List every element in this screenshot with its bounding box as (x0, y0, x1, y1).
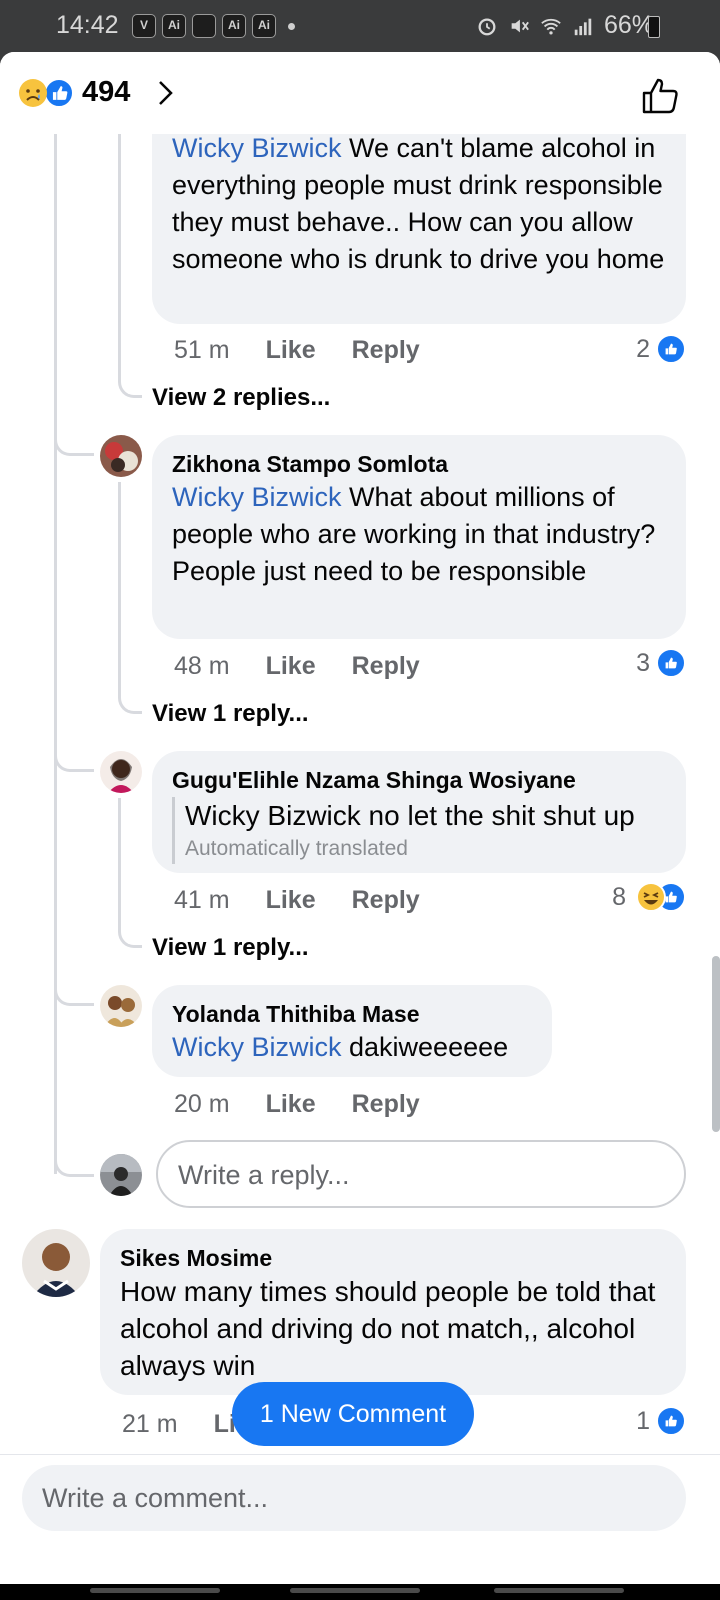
comment-time: 48 m (174, 652, 230, 680)
home-nav-button[interactable] (290, 1588, 420, 1593)
like-button[interactable] (640, 76, 680, 116)
comment-bubble[interactable]: Sikes Mosime How many times should peopl… (100, 1229, 686, 1395)
comment-actions: 20 m Like Reply (174, 1090, 456, 1119)
comment-bubble[interactable]: Yolanda Thithiba Mase Wicky Bizwick daki… (152, 985, 552, 1077)
view-replies-link[interactable]: View 1 reply... (152, 934, 309, 962)
like-action[interactable]: Like (266, 886, 316, 915)
current-user-avatar (100, 1154, 142, 1196)
ai-app-icon: Ai (162, 14, 186, 38)
haha-reaction-icon (636, 882, 666, 912)
reply-action[interactable]: Reply (352, 886, 420, 915)
notification-icons: V Ai Ai Ai (132, 14, 295, 38)
like-action[interactable]: Like (266, 652, 316, 681)
recents-nav-button[interactable] (90, 1588, 220, 1593)
comment-time: 20 m (174, 1090, 230, 1118)
like-reaction-icon (656, 1406, 686, 1436)
status-indicators: 66% (476, 11, 654, 40)
comment-time: 51 m (174, 336, 230, 364)
comment-time: 41 m (174, 886, 230, 914)
reply-line (118, 134, 121, 380)
comment-bubble[interactable]: Zikhona Stampo Somlota Wicky Bizwick Wha… (152, 435, 686, 639)
wifi-icon (541, 18, 561, 35)
like-action[interactable]: Like (266, 1090, 316, 1119)
status-bar: 14:42 V Ai Ai Ai 66% (0, 0, 720, 52)
mention-link[interactable]: Wicky Bizwick (172, 133, 342, 163)
ai-app-icon: Ai (222, 14, 246, 38)
comment-actions: 48 m Like Reply (174, 652, 456, 681)
reaction-count-badge[interactable]: 1 (636, 1406, 686, 1436)
thread-connector (54, 1144, 94, 1177)
alarm-icon (478, 17, 496, 35)
reaction-count-badge[interactable]: 8 (612, 882, 686, 912)
comment-actions: 41 m Like Reply (174, 886, 456, 915)
comment-bubble[interactable]: Gugu'Elihle Nzama Shinga Wosiyane Wicky … (152, 751, 686, 873)
reply-action[interactable]: Reply (352, 652, 420, 681)
comment-text: How many times should people be told tha… (120, 1276, 656, 1381)
translated-quote: Wicky Bizwick no let the shit shut up Au… (172, 797, 666, 864)
reaction-summary[interactable] (18, 78, 74, 108)
comment-time: 21 m (122, 1410, 178, 1438)
reply-line (118, 482, 121, 694)
mention-link[interactable]: Wicky Bizwick (172, 1032, 342, 1062)
comment-author[interactable]: Zikhona Stampo Somlota (172, 449, 666, 479)
comment-author[interactable]: Sikes Mosime (120, 1243, 666, 1273)
comment-actions: 51 m Like Reply (174, 336, 456, 365)
like-reaction-icon (656, 334, 686, 364)
translation-note[interactable]: Automatically translated (185, 834, 666, 864)
status-time: 14:42 (56, 11, 119, 39)
reaction-count-badge[interactable]: 2 (636, 334, 686, 364)
reaction-count[interactable]: 494 (82, 76, 130, 109)
scrollbar-thumb[interactable] (712, 956, 720, 1132)
mute-icon (511, 19, 529, 32)
signal-icon (574, 18, 592, 35)
reply-connector (118, 914, 142, 948)
battery-icon (648, 16, 660, 38)
news-app-icon (192, 14, 216, 38)
reply-action[interactable]: Reply (352, 1090, 420, 1119)
comment-text: Wicky Bizwick What about millions of peo… (172, 482, 656, 586)
battery-percent: 66% (603, 11, 654, 39)
like-reaction-icon (656, 648, 686, 678)
ai-app-icon: Ai (252, 14, 276, 38)
comment-text: Wicky Bizwick We can't blame alcohol in … (172, 133, 665, 274)
comment-bubble[interactable]: Wicky Bizwick We can't blame alcohol in … (152, 122, 686, 324)
reaction-count-badge[interactable]: 3 (636, 648, 686, 678)
new-comment-button[interactable]: 1 New Comment (232, 1382, 474, 1446)
avatar[interactable] (100, 985, 142, 1027)
view-replies-link[interactable]: View 2 replies... (152, 384, 330, 412)
system-nav-bar (0, 1584, 720, 1600)
avatar[interactable] (100, 751, 142, 793)
reply-action[interactable]: Reply (352, 336, 420, 365)
reply-connector (118, 364, 142, 398)
comment-author[interactable]: Gugu'Elihle Nzama Shinga Wosiyane (172, 765, 666, 795)
comment-input[interactable]: Write a comment... (22, 1465, 686, 1531)
comment-composer: Write a comment... (0, 1454, 720, 1584)
avatar[interactable] (22, 1229, 90, 1297)
like-reaction-icon (44, 78, 74, 108)
reply-input[interactable]: Write a reply... (156, 1140, 686, 1208)
more-notifications-dot (288, 22, 295, 30)
comment-text: Wicky Bizwick dakiweeeeee (172, 1032, 509, 1062)
reactions-header: 494 (0, 52, 720, 134)
avatar[interactable] (100, 435, 142, 477)
thread-connector (54, 974, 94, 1006)
thread-connector (54, 740, 94, 772)
back-nav-button[interactable] (494, 1588, 624, 1593)
comments-sheet: 494 Wicky Bizwick We can't blame alcohol… (0, 52, 720, 1584)
reply-connector (118, 680, 142, 714)
thread-connector (54, 424, 94, 456)
sad-reaction-icon (19, 79, 47, 107)
chevron-right-icon[interactable] (150, 78, 180, 108)
view-replies-link[interactable]: View 1 reply... (152, 700, 309, 728)
v-app-icon: V (132, 14, 156, 38)
comment-text: Wicky Bizwick no let the shit shut up (185, 800, 635, 831)
thread-line (54, 134, 57, 1174)
mention-link[interactable]: Wicky Bizwick (172, 482, 342, 512)
reply-line (118, 798, 121, 928)
like-action[interactable]: Like (266, 336, 316, 365)
comment-author[interactable]: Yolanda Thithiba Mase (172, 999, 532, 1029)
